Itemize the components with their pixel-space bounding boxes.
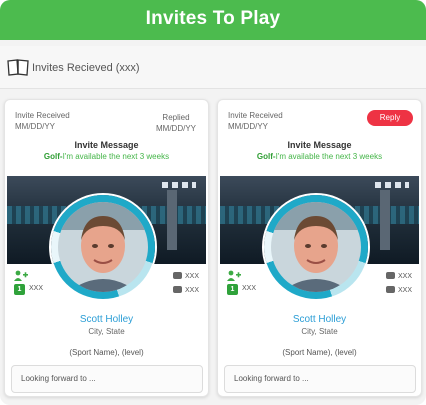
invite-message-body: Golf-I'm available the next 3 weeks — [5, 152, 208, 161]
stat-2-icon — [172, 286, 182, 293]
invite-message-body: Golf-I'm available the next 3 weeks — [218, 152, 421, 161]
rank-value: XXX — [29, 285, 44, 292]
rank-value: XXX — [242, 285, 257, 292]
player-location: City, State — [301, 327, 338, 336]
stat-1-value: XXX — [184, 273, 199, 280]
invite-note-text: Looking forward to ... — [234, 374, 309, 383]
rank-badge-icon: 1 — [227, 284, 238, 295]
invite-message-sport: Golf- — [256, 152, 276, 161]
invite-received-date: MM/DD/YY — [228, 122, 268, 131]
app-frame: Invites To Play Invites Recieved (xxx) I… — [0, 0, 426, 405]
invite-received-info: Invite Received MM/DD/YY — [15, 110, 70, 132]
replied-label: Replied — [162, 113, 190, 122]
book-icon — [7, 59, 29, 76]
stat-2-value: XXX — [397, 287, 412, 294]
stat-2-value: XXX — [184, 287, 199, 294]
invites-received-label: Invites Recieved (xxx) — [32, 62, 140, 74]
replied-date: MM/DD/YY — [156, 124, 196, 133]
cover-image-post — [380, 190, 390, 250]
invite-received-info: Invite Received MM/DD/YY — [228, 110, 283, 132]
invite-message-text: I'm available the next 3 weeks — [62, 152, 170, 161]
player-sport-level: (Sport Name), (level) — [69, 348, 144, 357]
page-title: Invites To Play — [145, 8, 281, 29]
avatar[interactable] — [264, 195, 368, 299]
stat-1: XXX — [172, 272, 199, 280]
invite-note[interactable]: Looking forward to ... — [11, 365, 203, 393]
invite-message-sport: Golf- — [43, 152, 63, 161]
reply-button[interactable]: Reply — [367, 110, 413, 126]
app-header: Invites To Play — [0, 0, 426, 40]
cover-image-post — [167, 190, 177, 250]
invite-message-text: I'm available the next 3 weeks — [275, 152, 383, 161]
player-photo — [271, 202, 361, 292]
cover-image-lights — [162, 182, 196, 188]
players-icon — [227, 270, 241, 281]
invite-note-text: Looking forward to ... — [21, 374, 96, 383]
invite-note[interactable]: Looking forward to ... — [224, 365, 416, 393]
avatar[interactable] — [51, 195, 155, 299]
invite-received-label: Invite Received — [228, 111, 283, 120]
player-photo — [58, 202, 148, 292]
stat-2: XXX — [172, 286, 199, 294]
stat-1-icon — [385, 272, 395, 279]
invite-message-title: Invite Message — [74, 140, 139, 150]
player-name[interactable]: Scott Holley — [5, 314, 208, 325]
stat-1-value: XXX — [397, 273, 412, 280]
invites-received-bar[interactable]: Invites Recieved (xxx) — [0, 46, 426, 89]
player-sport-level: (Sport Name), (level) — [282, 348, 357, 357]
stat-1-icon — [172, 272, 182, 279]
stat-2: XXX — [385, 286, 412, 294]
invite-received-date: MM/DD/YY — [15, 122, 55, 131]
players-icon — [14, 270, 28, 281]
invite-received-label: Invite Received — [15, 111, 70, 120]
cover-image-lights — [375, 182, 409, 188]
rank-badge-icon: 1 — [14, 284, 25, 295]
replied-status: Replied MM/DD/YY — [156, 112, 196, 134]
player-name[interactable]: Scott Holley — [218, 314, 421, 325]
invite-card[interactable]: Invite Received MM/DD/YY Reply Invite Me… — [217, 99, 422, 397]
invite-card[interactable]: Invite Received MM/DD/YY Replied MM/DD/Y… — [4, 99, 209, 397]
stat-1: XXX — [385, 272, 412, 280]
stat-2-icon — [385, 286, 395, 293]
player-location: City, State — [88, 327, 125, 336]
invite-message-title: Invite Message — [287, 140, 352, 150]
